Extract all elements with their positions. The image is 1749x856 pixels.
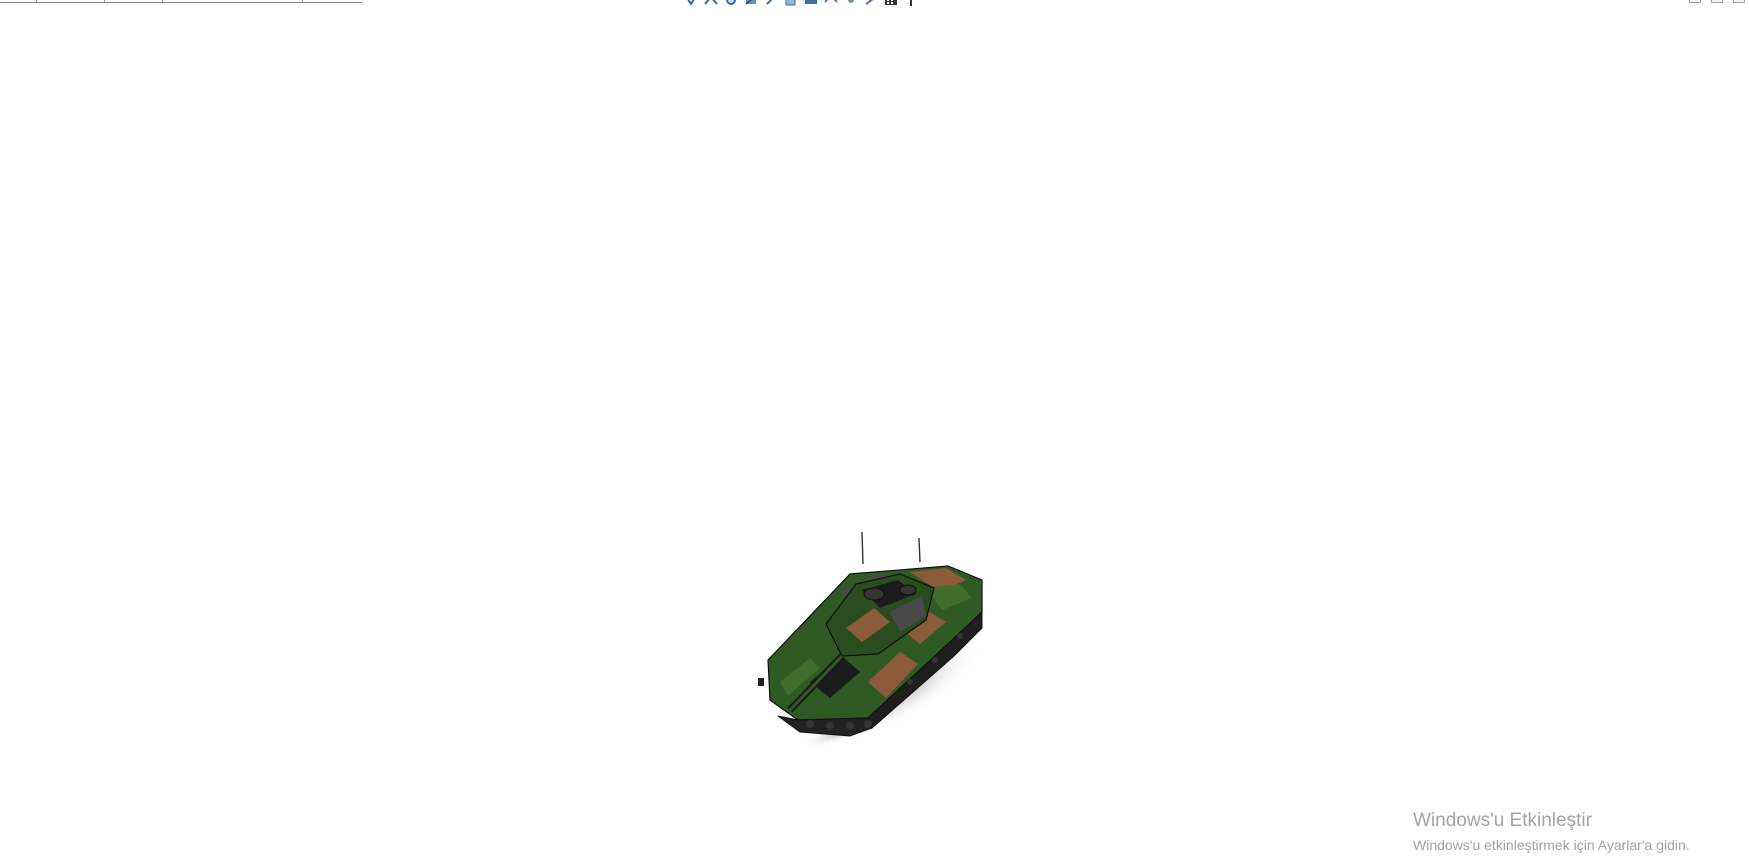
edit-appearance-icon[interactable] (844, 0, 858, 6)
zoom-to-area-icon[interactable] (704, 0, 718, 6)
view-orientation-icon[interactable] (784, 0, 798, 6)
display-style-icon[interactable] (804, 0, 818, 6)
close-button[interactable] (1733, 0, 1745, 3)
restore-button[interactable] (1711, 0, 1723, 3)
road-wheel (846, 722, 854, 730)
turret-hatch (863, 587, 885, 601)
road-wheel (864, 720, 872, 728)
road-wheel (957, 633, 963, 639)
graphics-area[interactable]: Windows'u Etkinleştir Windows'u etkinleş… (0, 0, 1749, 856)
road-wheel (932, 657, 938, 663)
road-wheel (826, 722, 834, 730)
activation-title: Windows'u Etkinleştir (1413, 810, 1592, 831)
dynamic-annotation-icon[interactable] (764, 0, 778, 6)
apply-scene-icon[interactable] (864, 0, 878, 6)
zoom-to-fit-icon[interactable] (684, 0, 698, 6)
feature-manager-panel-edge (0, 0, 362, 3)
view-settings-icon[interactable] (884, 0, 898, 6)
window-controls (1689, 0, 1745, 3)
tank-3d-model[interactable] (750, 532, 1010, 772)
antenna (861, 532, 864, 565)
section-view-icon[interactable] (744, 0, 758, 6)
road-wheel (907, 679, 913, 685)
headlight (758, 678, 764, 686)
heads-up-view-toolbar (684, 0, 918, 6)
previous-view-icon[interactable] (724, 0, 738, 6)
hide-show-items-icon[interactable] (824, 0, 838, 6)
pin-icon[interactable] (904, 0, 918, 6)
turret-hatch (899, 584, 917, 596)
windows-activation-watermark: Windows'u Etkinleştir Windows'u etkinleş… (1413, 810, 1690, 854)
tank-track (777, 715, 873, 737)
activation-subtitle: Windows'u etkinleştirmek için Ayarlar'a … (1413, 837, 1690, 853)
antenna (918, 537, 921, 563)
minimize-button[interactable] (1689, 0, 1701, 3)
road-wheel (806, 720, 814, 728)
